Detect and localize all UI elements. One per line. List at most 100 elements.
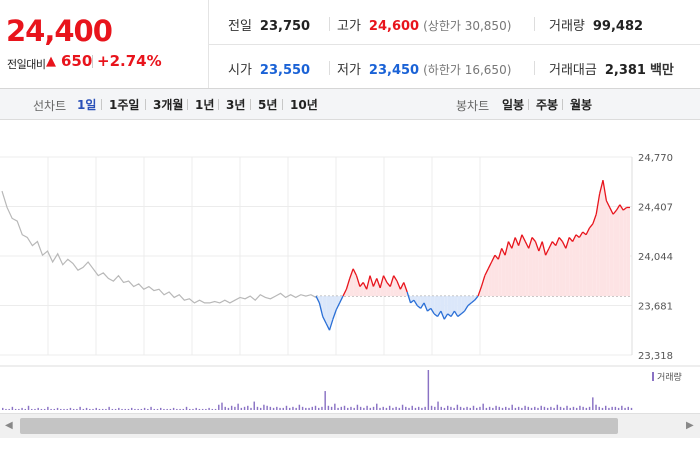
volume-bar (456, 404, 459, 410)
candle-weekly-tab[interactable]: 주봉 (536, 96, 558, 113)
area-fill (548, 241, 553, 297)
period-3m-tab[interactable]: 3개월 (153, 96, 183, 113)
period-1y-tab[interactable]: 1년 (195, 96, 214, 113)
stat-low: 저가 23,450 (하한가 16,650) (337, 59, 511, 78)
volume-bar (388, 405, 391, 410)
volume-bar (259, 407, 262, 410)
scrollbar-thumb[interactable] (20, 418, 618, 434)
volume-bar (446, 405, 449, 410)
y-tick-label: 24,044 (638, 252, 673, 263)
area-fill (589, 223, 593, 297)
volume-bar (459, 406, 462, 410)
area-fill (586, 227, 590, 297)
volume-bar (524, 405, 526, 410)
area-fill (494, 255, 499, 297)
volume-bar (298, 404, 301, 410)
volume-bar (221, 402, 223, 410)
volume-bar (469, 407, 472, 410)
volume-bar (256, 406, 259, 410)
volume-bar (543, 406, 546, 410)
volume-bar (205, 408, 207, 410)
chart-scrollbar[interactable]: ◀ ▶ (0, 413, 700, 438)
volume-bar (150, 406, 152, 410)
volume-bar (66, 408, 68, 410)
stat-label: 전일 (228, 19, 252, 34)
volume-bar (14, 408, 17, 410)
volume-bar (347, 407, 349, 410)
volume-bar (585, 407, 588, 410)
area-fill (508, 241, 512, 297)
volume-bar (614, 406, 617, 410)
volume-bar (195, 407, 197, 410)
line-chart-label: 선차트 (33, 99, 67, 113)
premarket-line (1, 190, 317, 304)
volume-bar (40, 408, 43, 410)
volume-bar (343, 405, 346, 410)
stat-value: 23,750 (259, 19, 311, 34)
volume-bar (450, 406, 452, 410)
volume-bar (114, 408, 117, 410)
intraday-chart[interactable]: 24,770 24,407 24,044 23,681 23,318 거래량 (0, 120, 700, 450)
volume-bar (82, 408, 85, 410)
quote-header: 24,400 전일대비 ▲ 650 +2.74% 전일 23,750 고가 24,6… (0, 0, 700, 89)
volume-bar (172, 407, 175, 410)
volume-bar (143, 407, 146, 410)
scroll-left-icon[interactable]: ◀ (5, 420, 13, 431)
stat-value: 23,550 (259, 63, 311, 78)
divider (101, 99, 102, 110)
stat-label: 시가 (228, 63, 252, 78)
stat-value: 99,482 (592, 19, 644, 34)
volume-bar (592, 397, 594, 410)
volume-bar (121, 408, 123, 410)
change-value: 650 (61, 52, 93, 70)
period-1w-tab[interactable]: 1주일 (109, 96, 139, 113)
candle-monthly-tab[interactable]: 월봉 (570, 96, 592, 113)
stat-value: 24,600 (368, 19, 420, 34)
volume-bar (211, 408, 214, 410)
area-fill (575, 234, 580, 297)
volume-bar (176, 408, 178, 410)
y-tick-label: 24,770 (638, 153, 673, 164)
divider (218, 99, 219, 110)
volume-bar (314, 405, 317, 410)
period-5y-tab[interactable]: 5년 (258, 96, 277, 113)
volume-bar (285, 405, 288, 410)
volume-bar (2, 407, 4, 410)
area-fill (613, 210, 617, 297)
scroll-right-icon[interactable]: ▶ (686, 420, 694, 431)
area-fill (619, 204, 624, 297)
candle-daily-tab[interactable]: 일봉 (502, 96, 524, 113)
volume-bar (272, 407, 275, 410)
area-fill (606, 200, 610, 297)
divider (534, 17, 535, 31)
volume-bar (237, 403, 239, 410)
volume-bar (363, 407, 365, 410)
area-fill (559, 237, 563, 297)
volume-bar (411, 405, 413, 410)
volume-bar (414, 407, 417, 410)
volume-bar (566, 405, 568, 410)
volume-bar (437, 401, 439, 410)
volume-bar (311, 406, 314, 410)
volume-bar (563, 407, 565, 410)
volume-bar (147, 408, 149, 410)
area-fill (552, 241, 556, 297)
volume-bar (305, 407, 307, 410)
volume-bar (101, 408, 104, 410)
volume-bar (530, 407, 533, 410)
volume-bar (224, 406, 226, 410)
volume-bar (292, 406, 294, 410)
volume-bar (156, 408, 159, 410)
volume-bar (608, 407, 610, 410)
period-10y-tab[interactable]: 10년 (290, 96, 318, 113)
volume-bar (434, 406, 436, 410)
volume-bar (624, 407, 626, 410)
period-3y-tab[interactable]: 3년 (226, 96, 245, 113)
price-chart-svg: 24,770 24,407 24,044 23,681 23,318 거래량 (0, 153, 700, 410)
area-fill (579, 232, 583, 297)
volume-bar (385, 407, 388, 410)
volume-bar (34, 408, 36, 410)
volume-bar (334, 403, 336, 410)
volume-bar (98, 408, 101, 410)
period-1d-tab[interactable]: 1일 (77, 96, 96, 113)
